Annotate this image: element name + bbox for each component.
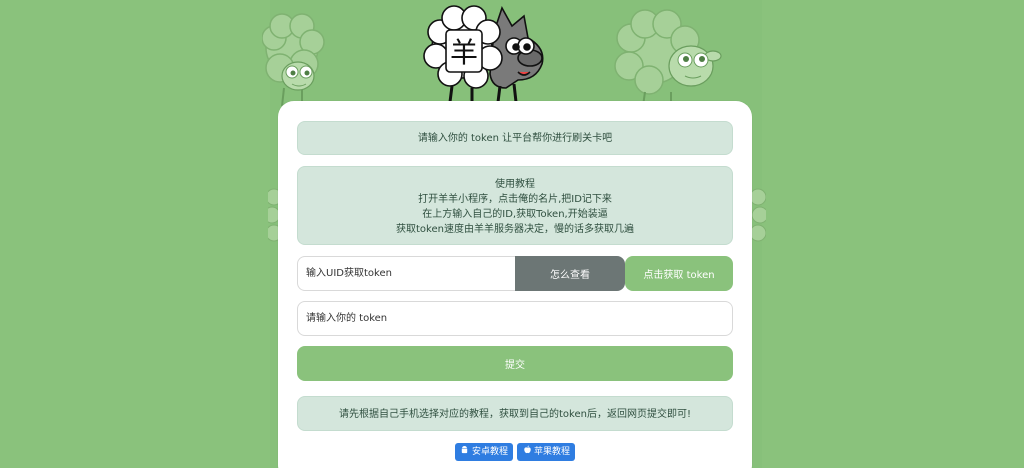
logo-sheep-wolf: 羊 [423,5,544,103]
top-notice: 请输入你的 token 让平台帮你进行刷关卡吧 [297,121,733,155]
submit-button[interactable]: 提交 [297,346,733,381]
tutorial-line-3: 获取token速度由羊羊服务器决定，慢的话多获取几遍 [396,224,634,235]
uid-input[interactable] [297,256,517,291]
apple-icon [522,443,532,461]
tutorial-line-1: 打开羊羊小程序，点击俺的名片,把ID记下来 [418,194,612,205]
main-card: 请输入你的 token 让平台帮你进行刷关卡吧 使用教程 打开羊羊小程序，点击俺… [278,101,752,468]
get-token-button[interactable]: 点击获取 token [625,256,733,291]
tutorial-box: 使用教程 打开羊羊小程序，点击俺的名片,把ID记下来 在上方输入自己的ID,获取… [297,166,733,245]
sheep-decoration-right [614,9,722,107]
apple-tutorial-label: 苹果教程 [534,447,571,457]
logo-char: 羊 [450,36,478,69]
sheep-decoration-side-right [750,188,766,242]
token-input[interactable] [297,301,733,336]
apple-tutorial-button[interactable]: 苹果教程 [517,443,576,461]
android-tutorial-button[interactable]: 安卓教程 [454,443,513,461]
sheep-decoration-left [262,13,325,107]
tutorial-links: 安卓教程 苹果教程 [278,443,752,461]
tutorial-title: 使用教程 [495,179,535,190]
android-icon [460,443,470,461]
bottom-notice: 请先根据自己手机选择对应的教程，获取到自己的token后，返回网页提交即可! [297,396,733,431]
page-background: 羊 请输入你的 token 让平台帮你进行刷关卡吧 使用教程 打开羊羊小程序，点… [0,0,1024,468]
howto-button[interactable]: 怎么查看 [515,256,625,291]
android-tutorial-label: 安卓教程 [471,447,508,457]
tutorial-line-2: 在上方输入自己的ID,获取Token,开始装逼 [422,209,608,220]
uid-row: 怎么查看 点击获取 token [297,256,733,291]
